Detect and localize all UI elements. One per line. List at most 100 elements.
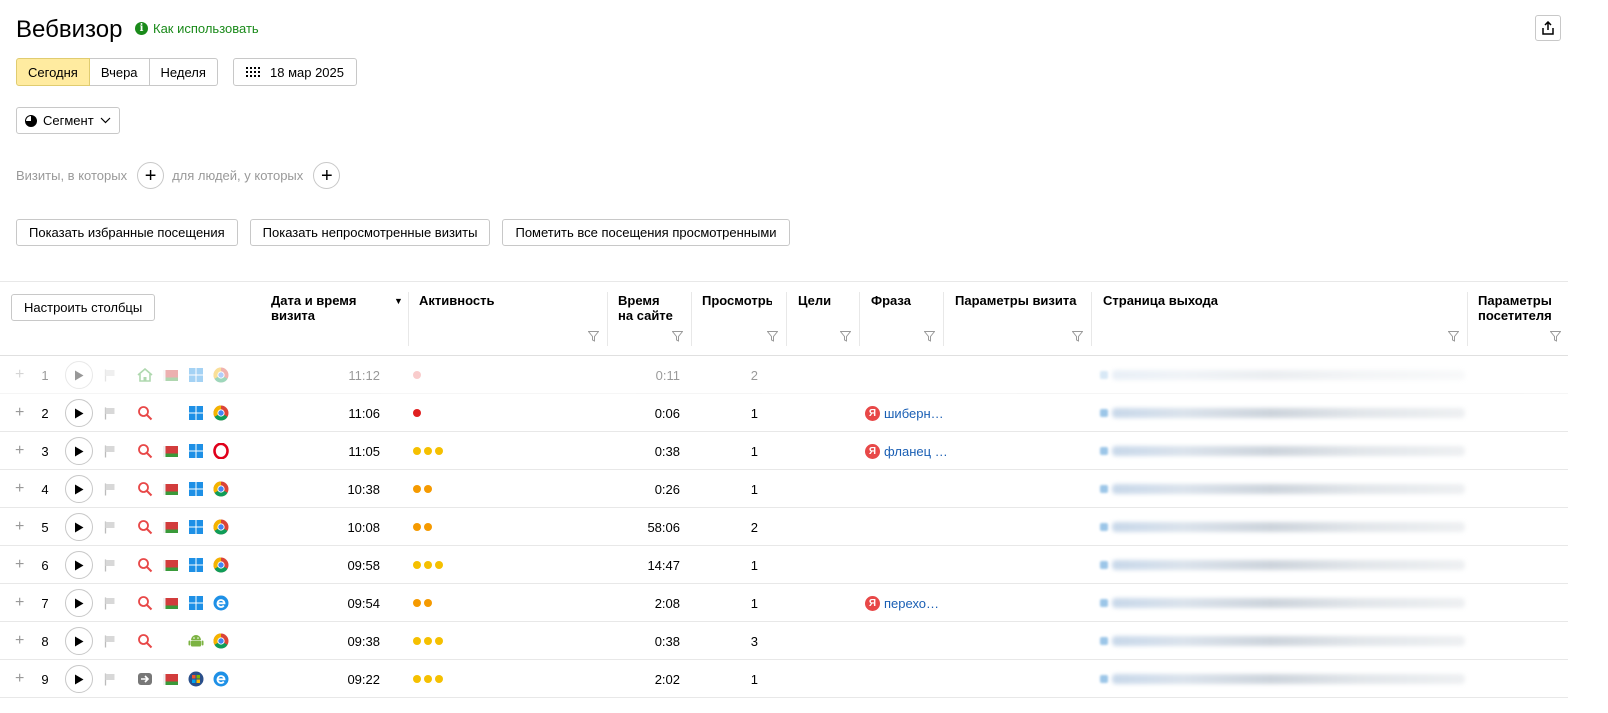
bookmark-flag-button[interactable]: [104, 394, 116, 432]
expand-row-button[interactable]: +: [15, 546, 24, 584]
column-header-duration[interactable]: Время на сайте: [618, 293, 678, 323]
play-recording-button[interactable]: [65, 394, 93, 432]
period-yesterday-button[interactable]: Вчера: [89, 58, 150, 86]
date-picker-button[interactable]: 18 мар 2025: [233, 58, 358, 86]
exit-page-url[interactable]: [1100, 356, 1465, 394]
column-header-datetime[interactable]: Дата и время визита: [271, 293, 386, 323]
filter-funnel-icon[interactable]: [767, 331, 778, 342]
filter-funnel-icon[interactable]: [840, 331, 851, 342]
bookmark-flag-button[interactable]: [104, 508, 116, 546]
period-today-button[interactable]: Сегодня: [16, 58, 90, 86]
expand-row-button[interactable]: +: [15, 660, 24, 698]
mark-all-viewed-button[interactable]: Пометить все посещения просмотренными: [502, 219, 790, 246]
add-visit-condition-button[interactable]: +: [137, 162, 165, 189]
page-views: 1: [750, 557, 758, 573]
plus-icon: +: [320, 164, 333, 187]
filter-line: Визиты, в которых + для людей, у которых…: [16, 162, 348, 189]
search-icon: [137, 432, 153, 470]
activity-dot: [413, 561, 421, 569]
show-favorites-button[interactable]: Показать избранные посещения: [16, 219, 238, 246]
activity-dot: [424, 447, 432, 455]
search-phrase-link[interactable]: Я фланец …: [865, 432, 948, 470]
table-row[interactable]: + 2 11:06 0:06 1 Я шиберн…: [0, 394, 1568, 432]
filter-funnel-icon[interactable]: [1550, 331, 1561, 342]
exit-page-url[interactable]: [1100, 394, 1465, 432]
play-icon: [75, 408, 84, 418]
period-week-button[interactable]: Неделя: [149, 58, 218, 86]
row-number: 7: [41, 595, 49, 611]
column-header-views[interactable]: Просмотры: [702, 293, 772, 308]
column-header-goals[interactable]: Цели: [798, 293, 831, 308]
column-header-visitor-params[interactable]: Параметры посетителя: [1478, 293, 1558, 323]
table-row[interactable]: + 6 09:58 14:47 1: [0, 546, 1568, 584]
opera-icon: [213, 432, 229, 470]
sort-desc-icon[interactable]: ▼: [394, 296, 403, 306]
table-row[interactable]: + 9 09:22 2:02 1: [0, 660, 1568, 698]
bookmark-flag-button[interactable]: [104, 546, 116, 584]
filter-funnel-icon[interactable]: [924, 331, 935, 342]
play-recording-button[interactable]: [65, 546, 93, 584]
expand-row-button[interactable]: +: [15, 394, 24, 432]
column-header-activity[interactable]: Активность: [419, 293, 494, 308]
show-unviewed-button[interactable]: Показать непросмотренные визиты: [249, 219, 491, 246]
column-header-phrase[interactable]: Фраза: [871, 293, 911, 308]
play-recording-button[interactable]: [65, 660, 93, 698]
bookmark-flag-button[interactable]: [104, 622, 116, 660]
add-people-condition-button[interactable]: +: [313, 162, 341, 189]
visit-duration: 58:06: [647, 519, 680, 535]
table-row[interactable]: + 8 09:38 0:38 3: [0, 622, 1568, 660]
filter-funnel-icon[interactable]: [588, 331, 599, 342]
visit-time: 09:54: [347, 595, 380, 611]
page-views: 1: [750, 671, 758, 687]
bookmark-flag-button[interactable]: [104, 584, 116, 622]
play-recording-button[interactable]: [65, 470, 93, 508]
filter-funnel-icon[interactable]: [1072, 331, 1083, 342]
configure-columns-button[interactable]: Настроить столбцы: [11, 294, 156, 321]
segment-button[interactable]: Сегмент: [16, 107, 120, 134]
activity-indicator: [413, 622, 443, 660]
bookmark-flag-button[interactable]: [104, 356, 116, 394]
expand-row-button[interactable]: +: [15, 622, 24, 660]
column-header-visit-params[interactable]: Параметры визита: [955, 293, 1076, 308]
flag-icon: [163, 508, 178, 546]
bookmark-flag-button[interactable]: [104, 660, 116, 698]
visit-time: 11:12: [348, 367, 380, 383]
bookmark-flag-button[interactable]: [104, 432, 116, 470]
table-row[interactable]: + 1 11:12 0:11 2: [0, 356, 1568, 394]
exit-page-url[interactable]: [1100, 584, 1465, 622]
table-row[interactable]: + 5 10:08 58:06 2: [0, 508, 1568, 546]
exit-page-url[interactable]: [1100, 660, 1465, 698]
table-row[interactable]: + 3 11:05 0:38 1 Я фланец …: [0, 432, 1568, 470]
expand-row-button[interactable]: +: [15, 356, 24, 394]
visit-time: 09:58: [347, 557, 380, 573]
expand-row-button[interactable]: +: [15, 584, 24, 622]
exit-page-url[interactable]: [1100, 622, 1465, 660]
filter-funnel-icon[interactable]: [1448, 331, 1459, 342]
play-recording-button[interactable]: [65, 508, 93, 546]
exit-page-url[interactable]: [1100, 508, 1465, 546]
filter-funnel-icon[interactable]: [672, 331, 683, 342]
export-button[interactable]: [1535, 15, 1561, 41]
bookmark-flag-button[interactable]: [104, 470, 116, 508]
play-recording-button[interactable]: [65, 432, 93, 470]
search-phrase-link[interactable]: Я шиберн…: [865, 394, 944, 432]
table-row[interactable]: + 7 09:54 2:08 1 Я перехо…: [0, 584, 1568, 622]
page-views: 1: [750, 443, 758, 459]
column-header-exit-page[interactable]: Страница выхода: [1103, 293, 1218, 308]
play-recording-button[interactable]: [65, 622, 93, 660]
row-number: 5: [41, 519, 49, 535]
expand-row-button[interactable]: +: [15, 470, 24, 508]
expand-row-button[interactable]: +: [15, 432, 24, 470]
exit-page-url[interactable]: [1100, 470, 1465, 508]
play-recording-button[interactable]: [65, 356, 93, 394]
exit-page-url[interactable]: [1100, 546, 1465, 584]
windows-icon: [188, 508, 204, 546]
expand-row-button[interactable]: +: [15, 508, 24, 546]
search-icon: [137, 546, 153, 584]
how-to-use-link[interactable]: i Как использовать: [135, 21, 259, 36]
exit-page-url[interactable]: [1100, 432, 1465, 470]
search-phrase-link[interactable]: Я перехо…: [865, 584, 939, 622]
table-row[interactable]: + 4 10:38 0:26 1: [0, 470, 1568, 508]
play-recording-button[interactable]: [65, 584, 93, 622]
chevron-down-icon: [100, 117, 111, 124]
